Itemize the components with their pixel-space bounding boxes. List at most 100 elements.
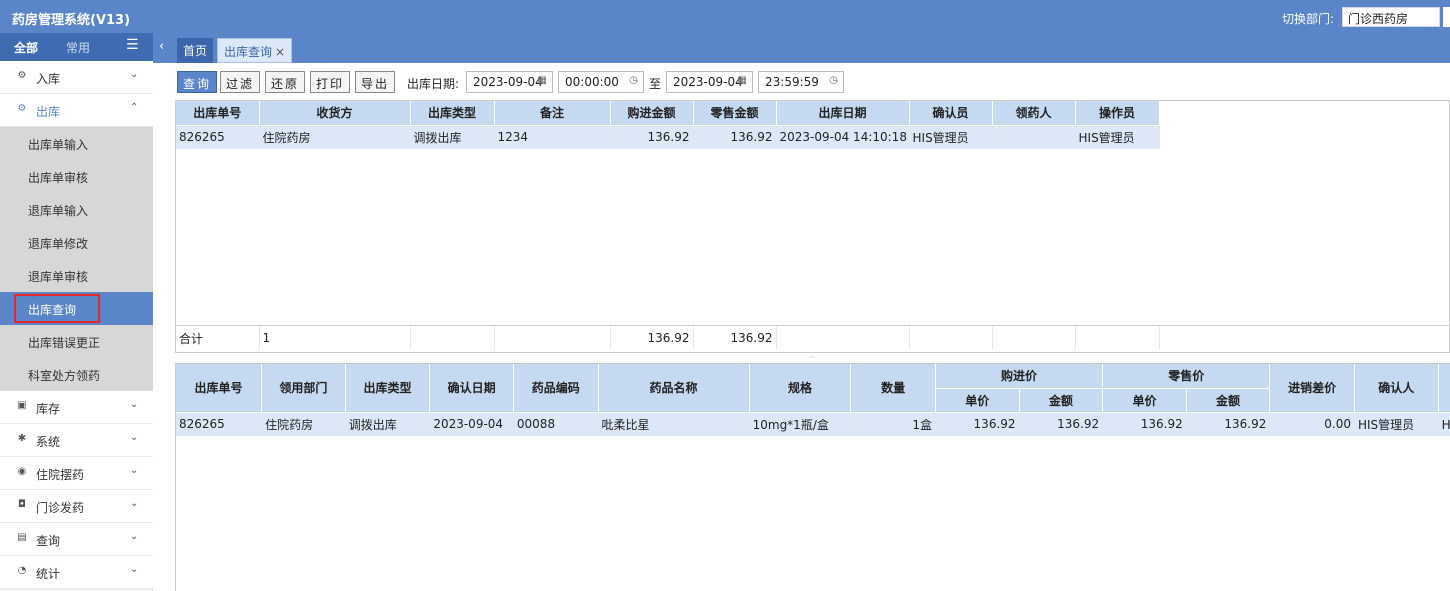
end-time-field[interactable]: 23:59:59 ◷ xyxy=(758,71,844,93)
sidebar-item-return-modify[interactable]: 退库单修改 xyxy=(0,226,153,259)
sidebar-item-label: 出库单审核 xyxy=(28,171,89,185)
column-header[interactable]: 购进金额 xyxy=(610,101,694,126)
column-header[interactable]: 出库日期 xyxy=(776,101,910,126)
settings-icon: ✱ xyxy=(17,433,27,444)
column-header[interactable]: 药品编码 xyxy=(513,364,599,413)
dept-select[interactable]: 门诊西药房 xyxy=(1342,7,1440,27)
dept-switch-button[interactable] xyxy=(1443,7,1450,27)
footer-row: 合计 1 136.92 136.92 xyxy=(176,326,1160,350)
sidebar-group-outbound[interactable]: ⚙ 出库 ⌃ xyxy=(0,94,153,127)
footer-cell xyxy=(1075,326,1160,350)
column-header[interactable]: 零售金额 xyxy=(693,101,777,126)
footer-table: 合计 1 136.92 136.92 xyxy=(176,326,1160,350)
sidebar-item-outbound-query[interactable]: 出库查询 xyxy=(0,292,153,325)
sidebar-item-label: 出库查询 xyxy=(28,303,77,317)
sidebar-item-return-review[interactable]: 退库单审核 xyxy=(0,259,153,292)
footer-cell xyxy=(410,326,495,350)
start-date-field[interactable]: 2023-09-04 ▦ xyxy=(466,71,553,93)
table-footer: 合计 1 136.92 136.92 xyxy=(176,325,1449,351)
column-header[interactable]: 出库单号 xyxy=(176,364,263,413)
sidebar-item-return-input[interactable]: 退库单输入 xyxy=(0,193,153,226)
sidebar-group-label: 住院摆药 xyxy=(36,468,85,482)
column-header[interactable]: 数量 xyxy=(850,364,936,413)
table-cell: 826265 xyxy=(176,125,260,149)
sidebar-item-outbound-input[interactable]: 出库单输入 xyxy=(0,127,153,160)
sidebar-item-label: 出库错误更正 xyxy=(28,336,101,350)
column-header[interactable] xyxy=(1438,364,1450,413)
chevron-left-icon[interactable]: ‹ xyxy=(159,39,164,54)
column-header[interactable]: 收货方 xyxy=(259,101,411,126)
table-cell: 1234 xyxy=(494,125,611,149)
outbound-list-table: 出库单号 收货方 出库类型 备注 购进金额 零售金额 出库日期 确认员 领药人 … xyxy=(176,101,1160,149)
query-button[interactable]: 查询 xyxy=(177,71,218,93)
toolbar: 查询 过滤 还原 打印 导出 出库日期: 2023-09-04 ▦ 00:00:0… xyxy=(175,71,1450,95)
calendar-icon[interactable]: ▦ xyxy=(738,75,747,86)
column-header[interactable]: 出库类型 xyxy=(410,101,495,126)
tab-outbound-query[interactable]: 出库查询 × xyxy=(217,38,293,63)
column-header[interactable]: 规格 xyxy=(749,364,852,413)
column-header[interactable]: 确认员 xyxy=(909,101,993,126)
restore-button[interactable]: 还原 xyxy=(265,71,306,93)
sidebar-group-label: 入库 xyxy=(36,72,61,86)
end-date-value: 2023-09-04 xyxy=(673,75,743,89)
tab-all[interactable]: 全部 xyxy=(14,39,38,56)
column-header[interactable]: 领药人 xyxy=(992,101,1076,126)
gear-icon: ⚙ xyxy=(17,70,27,81)
column-header[interactable]: 确认日期 xyxy=(429,364,514,413)
table-header-row: 出库单号 收货方 出库类型 备注 购进金额 零售金额 出库日期 确认员 领药人 … xyxy=(176,101,1160,126)
column-header[interactable]: 药品名称 xyxy=(598,364,750,413)
start-time-field[interactable]: 00:00:00 ◷ xyxy=(558,71,644,93)
table-row[interactable]: 826265 住院药房 调拨出库 1234 136.92 136.92 2023… xyxy=(176,125,1160,149)
clock-icon[interactable]: ◷ xyxy=(629,75,638,86)
sidebar-group-stats[interactable]: ◔ 统计 ⌄ xyxy=(0,556,153,589)
calendar-icon[interactable]: ▦ xyxy=(538,75,547,86)
column-header[interactable]: 金额 xyxy=(1186,388,1271,413)
export-button[interactable]: 导出 xyxy=(355,71,396,93)
column-group-header: 购进价 xyxy=(935,364,1104,389)
print-button[interactable]: 打印 xyxy=(310,71,351,93)
column-header[interactable]: 进销差价 xyxy=(1269,364,1355,413)
footer-cell xyxy=(992,326,1076,350)
outbound-list-grid: 出库单号 收货方 出库类型 备注 购进金额 零售金额 出库日期 确认员 领药人 … xyxy=(175,100,1450,352)
column-header[interactable]: 备注 xyxy=(494,101,611,126)
sidebar-group-system[interactable]: ✱ 系统 ⌄ xyxy=(0,424,153,457)
column-header[interactable]: 操作员 xyxy=(1075,101,1160,126)
chevron-down-icon: ⌄ xyxy=(130,69,139,80)
sidebar-group-inbound[interactable]: ⚙ 入库 ⌄ xyxy=(0,61,153,94)
chevron-down-icon: ⌄ xyxy=(130,432,139,443)
column-header[interactable]: 出库类型 xyxy=(345,364,431,413)
sidebar-group-label: 出库 xyxy=(36,105,61,119)
filter-button[interactable]: 过滤 xyxy=(220,71,261,93)
chevron-down-icon: ⌄ xyxy=(130,399,139,410)
sidebar-group-inpatient[interactable]: ◉ 住院摆药 ⌄ xyxy=(0,457,153,490)
menu-toggle-icon[interactable]: ☰ xyxy=(126,37,139,53)
close-icon[interactable]: × xyxy=(275,45,285,59)
tab-label: 首页 xyxy=(183,44,208,58)
column-header[interactable]: 单价 xyxy=(935,388,1020,413)
end-date-field[interactable]: 2023-09-04 ▦ xyxy=(666,71,753,93)
sidebar-item-label: 出库单输入 xyxy=(28,138,89,152)
column-header[interactable]: 单价 xyxy=(1102,388,1187,413)
column-header[interactable]: 领用部门 xyxy=(261,364,346,413)
column-group-header: 零售价 xyxy=(1102,364,1271,389)
tab-home[interactable]: 首页 xyxy=(177,38,214,63)
clock-icon[interactable]: ◷ xyxy=(829,75,838,86)
sidebar-group-query[interactable]: ▤ 查询 ⌄ xyxy=(0,523,153,556)
pane-splitter[interactable]: ⋯ xyxy=(175,352,1450,361)
sidebar-group-outpatient[interactable]: ◘ 门诊发药 ⌄ xyxy=(0,490,153,523)
table-cell: 2023-09-04 xyxy=(429,412,514,436)
tab-common[interactable]: 常用 xyxy=(66,39,90,56)
column-header[interactable]: 确认人 xyxy=(1354,364,1439,413)
table-header-row: 出库单号 领用部门 出库类型 确认日期 药品编码 药品名称 规格 数量 购进价 … xyxy=(176,364,1450,413)
column-header[interactable]: 金额 xyxy=(1019,388,1104,413)
sidebar-item-dept-prescription[interactable]: 科室处方领药 xyxy=(0,358,153,391)
footer-cell: 136.92 xyxy=(693,326,777,350)
table-cell: 0.00 xyxy=(1269,412,1355,436)
table-row[interactable]: 826265 住院药房 调拨出库 2023-09-04 00088 吡柔比星 1… xyxy=(176,412,1450,436)
date-label: 出库日期: xyxy=(407,77,460,91)
sidebar-item-outbound-review[interactable]: 出库单审核 xyxy=(0,160,153,193)
sidebar-group-stock[interactable]: ▣ 库存 ⌄ xyxy=(0,391,153,424)
sidebar-item-outbound-correction[interactable]: 出库错误更正 xyxy=(0,325,153,358)
column-header[interactable]: 出库单号 xyxy=(176,101,260,126)
table-cell: 住院药房 xyxy=(259,125,411,149)
